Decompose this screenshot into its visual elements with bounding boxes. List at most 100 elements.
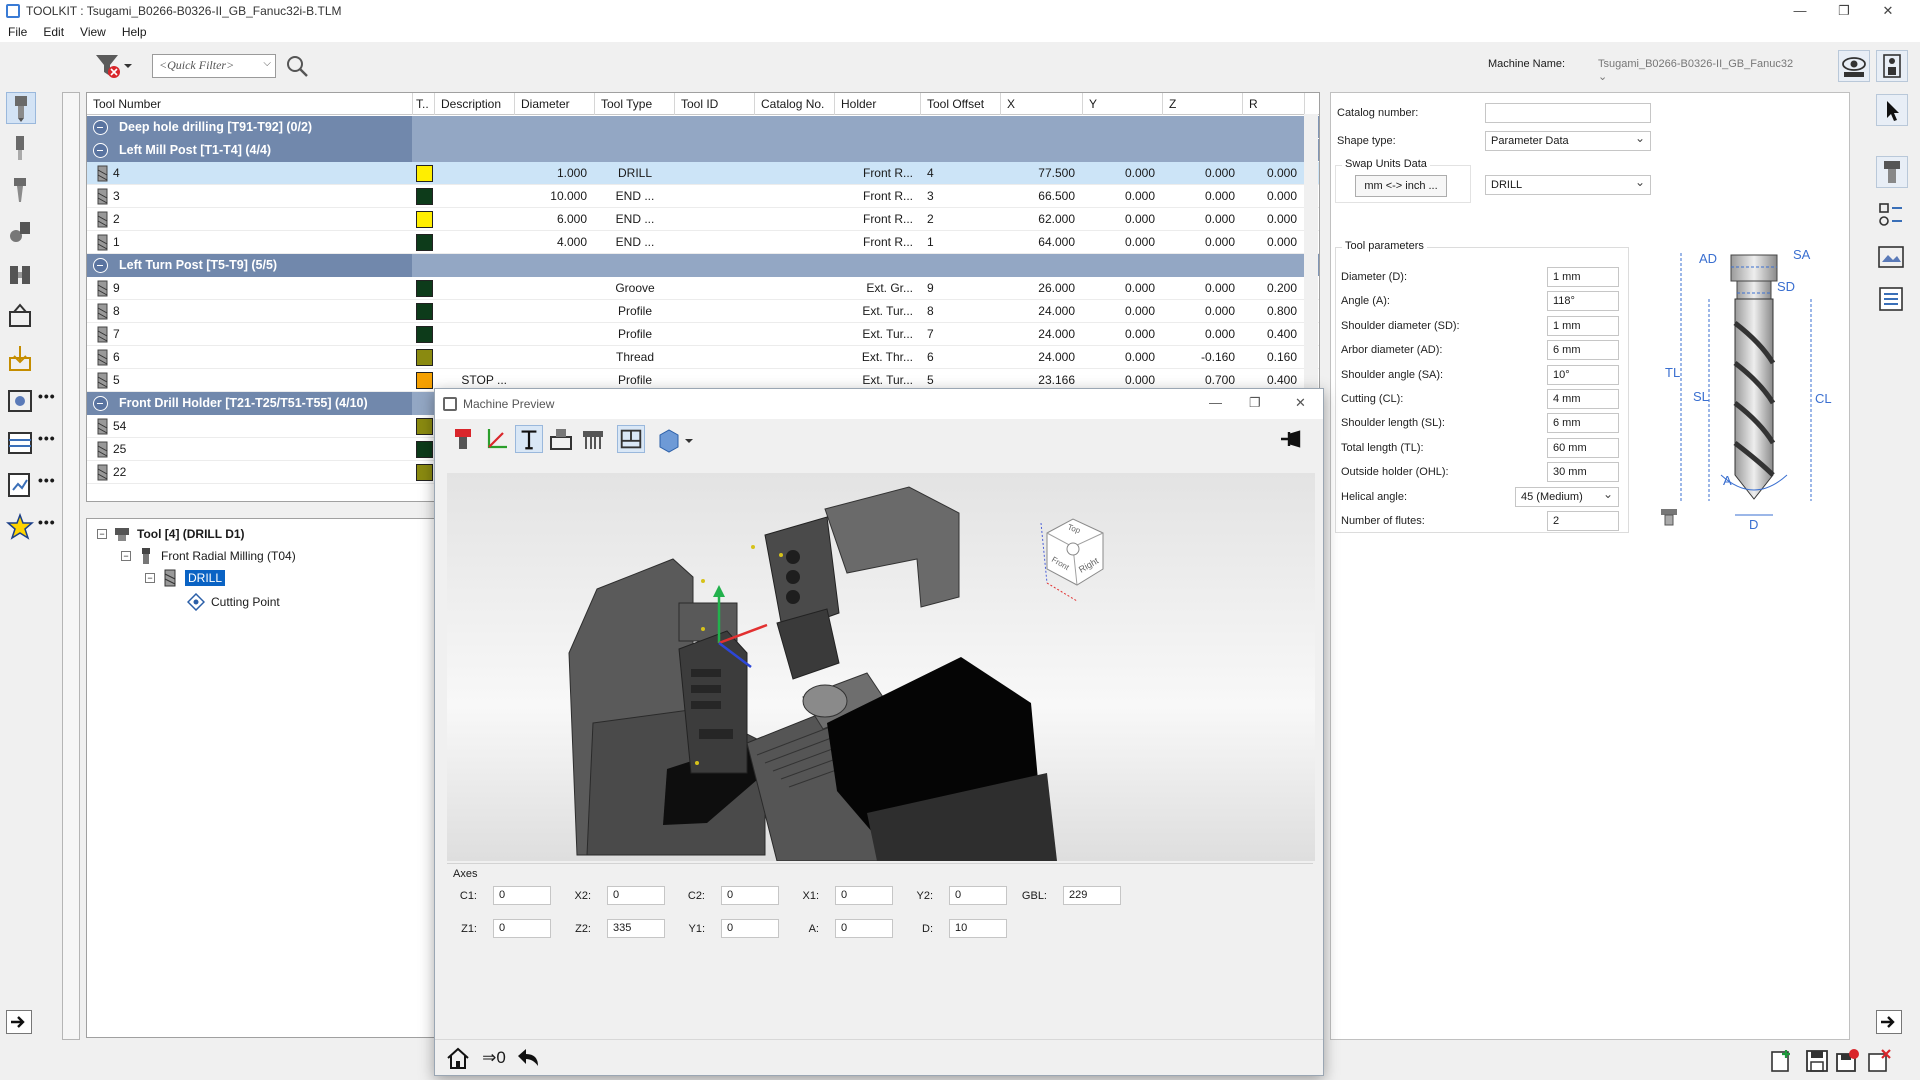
search-icon[interactable] [284,53,310,79]
reset-zero-button[interactable]: ⇒0 [479,1046,509,1070]
axis-value-input[interactable]: 229 [1063,886,1121,905]
favorites-star-icon[interactable] [5,512,36,544]
tool-type-select[interactable]: DRILL [1485,175,1651,195]
param-input[interactable]: 118° [1547,291,1619,312]
collapse-group-icon[interactable] [93,396,108,411]
col-y[interactable]: Y [1083,93,1163,115]
tree-node-tool[interactable]: − Tool [4] (DRILL D1) [97,525,245,543]
machine-3d-render[interactable]: Top Front Right [447,473,1315,861]
axis-value-input[interactable]: 335 [607,919,665,938]
axis-value-input[interactable]: 10 [949,919,1007,938]
machine-settings-icon[interactable] [1876,50,1908,82]
col-tool-type[interactable]: Tool Type [595,93,675,115]
axis-value-input[interactable]: 0 [493,919,551,938]
col-catalog-no[interactable]: Catalog No. [755,93,835,115]
machine-name-select[interactable]: Tsugami_B0266-B0326-II_GB_Fanuc32 ⌄ [1594,53,1804,83]
col-tool-id[interactable]: Tool ID [675,93,755,115]
axes-toggle-icon[interactable] [483,425,511,453]
tool-list-icon[interactable] [6,92,36,124]
helical-angle-select[interactable]: 45 (Medium) [1515,486,1619,507]
collapse-right-icon[interactable] [1876,1010,1902,1034]
view-cube-menu-icon[interactable] [655,425,695,453]
param-input[interactable]: 10° [1547,364,1619,385]
swap-units-button[interactable]: mm <-> inch ... [1355,175,1447,197]
preview-close-button[interactable]: ✕ [1295,395,1306,411]
layout-view-icon[interactable] [617,425,645,453]
tool-properties-icon[interactable] [1876,156,1908,188]
tree-node-drill[interactable]: − DRILL [145,569,226,587]
param-input[interactable]: 2 [1547,511,1619,531]
table-row[interactable]: 3 10.000 END ... Front R... 3 66.500 0.000 0.00… [87,185,1319,208]
report-icon[interactable] [6,470,36,502]
import-icon[interactable] [6,344,36,376]
menu-edit[interactable]: Edit [43,25,64,39]
param-input[interactable]: 1 mm [1547,315,1619,336]
preview-icon[interactable] [6,386,36,418]
tool-holder-view-icon[interactable] [449,425,477,453]
view-machine-icon[interactable] [1838,50,1870,82]
col-holder[interactable]: Holder [835,93,921,115]
report-more-icon[interactable]: ••• [38,472,56,488]
collapse-group-icon[interactable] [93,143,108,158]
catalog-number-input[interactable] [1485,103,1651,123]
maximize-button[interactable]: ❐ [1822,0,1866,22]
preview-maximize-button[interactable]: ❐ [1249,395,1261,411]
table-row[interactable]: 7 Profile Ext. Tur... 7 24.000 0.000 0.000 0.40… [87,323,1319,346]
tree-node-holder[interactable]: − Front Radial Milling (T04) [121,547,296,565]
quick-filter-input[interactable]: <Quick Filter> ⌵ [152,54,276,78]
axis-value-input[interactable]: 0 [721,919,779,938]
image-panel-icon[interactable] [1876,242,1908,274]
checklist-icon[interactable] [1876,284,1908,316]
turret-icon[interactable] [6,302,36,334]
filter-clear-icon[interactable] [94,52,134,80]
col-x[interactable]: X [1001,93,1083,115]
left-splitter[interactable] [62,92,80,1040]
param-input[interactable]: 4 mm [1547,389,1619,409]
pin-icon[interactable] [1277,425,1305,453]
menu-view[interactable]: View [80,25,106,39]
col-r[interactable]: R [1243,93,1305,115]
axis-value-input[interactable]: 0 [607,886,665,905]
col-description[interactable]: Description [435,93,515,115]
group-row[interactable]: Deep hole drilling [T91-T92] (0/2) [87,116,1319,139]
3d-viewport[interactable]: Top Front Right [447,473,1315,861]
table-row[interactable]: 2 6.000 END ... Front R... 2 62.000 0.000 0.000… [87,208,1319,231]
save-icon[interactable] [1804,1048,1830,1074]
undo-icon[interactable] [515,1046,541,1070]
menu-file[interactable]: File [8,25,27,39]
table-row[interactable]: 1 4.000 END ... Front R... 1 64.000 0.000 0.000… [87,231,1319,254]
close-document-icon[interactable] [1866,1048,1892,1074]
close-button[interactable]: ✕ [1866,0,1910,22]
param-input[interactable]: 6 mm [1547,413,1619,434]
col-diameter[interactable]: Diameter [515,93,595,115]
turret-view-icon[interactable] [579,425,607,453]
axis-value-input[interactable]: 0 [949,886,1007,905]
shape-type-select[interactable]: Parameter Data [1485,131,1651,151]
group-row[interactable]: Left Mill Post [T1-T4] (4/4) [87,139,1319,162]
col-z[interactable]: Z [1163,93,1243,115]
collapse-left-icon[interactable] [6,1010,32,1034]
param-input[interactable]: 30 mm [1547,462,1619,483]
param-input[interactable]: 1 mm [1547,267,1619,287]
assembly-tool-icon[interactable] [6,218,36,250]
menu-help[interactable]: Help [122,25,147,39]
home-view-icon[interactable] [445,1046,471,1070]
preview-minimize-button[interactable]: — [1209,395,1222,410]
table-row[interactable]: 8 Profile Ext. Tur... 8 24.000 0.000 0.000 0.80… [87,300,1319,323]
table-edit-icon[interactable] [6,428,36,460]
param-input[interactable]: 6 mm [1547,340,1619,361]
group-row[interactable]: Left Turn Post [T5-T9] (5/5) [87,254,1319,277]
pointer-tool-icon[interactable] [1876,94,1908,126]
collapse-group-icon[interactable] [93,120,108,135]
minimize-button[interactable]: — [1778,0,1822,22]
axis-value-input[interactable]: 0 [493,886,551,905]
mill-tool-icon[interactable] [6,176,36,208]
axis-value-input[interactable]: 0 [835,886,893,905]
table-row[interactable]: 9 Groove Ext. Gr... 9 26.000 0.000 0.000 0.200 [87,277,1319,300]
machine-base-icon[interactable] [547,425,575,453]
col-tool-offset[interactable]: Tool Offset [921,93,1001,115]
param-input[interactable]: 60 mm [1547,437,1619,458]
axis-value-input[interactable]: 0 [835,919,893,938]
text-toggle-icon[interactable] [515,425,543,453]
col-tool-number[interactable]: Tool Number [87,93,413,115]
